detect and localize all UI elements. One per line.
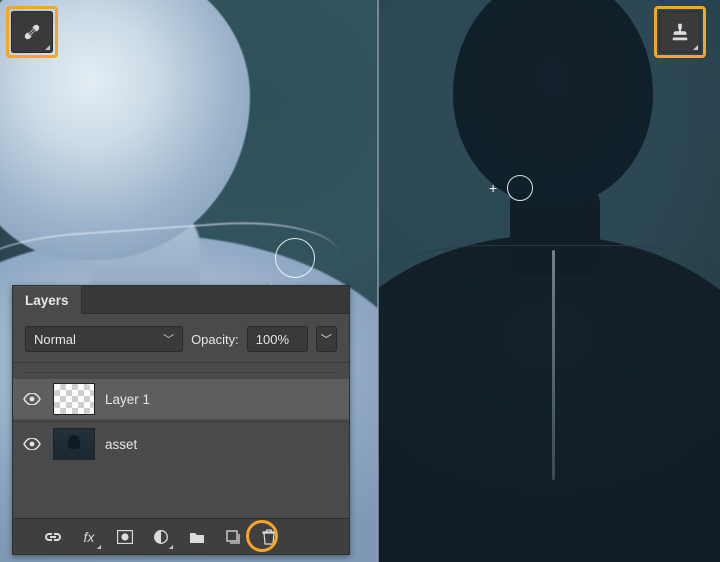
opacity-value-select[interactable]: 100%: [247, 326, 308, 352]
layers-tab[interactable]: Layers: [13, 286, 82, 314]
flyout-corner-icon: [169, 545, 173, 549]
spot-healing-brush-tool-button[interactable]: [11, 11, 53, 53]
folder-icon: [189, 530, 205, 544]
layer-thumbnail[interactable]: [53, 428, 95, 460]
adjustment-layer-button[interactable]: [151, 527, 171, 547]
eye-icon: [23, 393, 41, 405]
blend-mode-select[interactable]: Normal ﹀: [25, 326, 183, 352]
bandage-icon: [20, 20, 44, 44]
mask-icon: [117, 530, 133, 544]
link-layers-button[interactable]: [43, 527, 63, 547]
new-layer-button[interactable]: [223, 527, 243, 547]
eye-icon: [23, 438, 41, 450]
flyout-corner-icon: [97, 545, 101, 549]
layer-style-button[interactable]: fx: [79, 527, 99, 547]
doc-right-mannequin-head: [453, 0, 653, 205]
layer-list: Layer 1 asset: [13, 373, 349, 464]
layer-row[interactable]: Layer 1: [13, 379, 349, 419]
clone-stamp-tool-button[interactable]: [659, 11, 701, 53]
visibility-toggle[interactable]: [21, 438, 43, 450]
adjustment-icon: [153, 529, 169, 545]
blend-mode-value: Normal: [34, 332, 76, 347]
app-canvas: + +: [0, 0, 720, 562]
document-view-right[interactable]: [378, 0, 720, 562]
doc-right-zipper: [552, 250, 555, 480]
opacity-scrubber[interactable]: ﹀: [316, 326, 337, 352]
layers-panel-tabbar: Layers: [13, 286, 349, 314]
opacity-label: Opacity:: [191, 332, 239, 347]
layer-row-divider: [13, 421, 349, 422]
layer-thumbnail[interactable]: [53, 383, 95, 415]
opacity-value: 100%: [256, 332, 289, 347]
layers-panel: Layers Normal ﹀ Opacity: 100% ﹀: [12, 285, 350, 555]
highlight-new-layer-button: [246, 520, 278, 552]
layer-options-row: Normal ﹀ Opacity: 100% ﹀: [13, 314, 349, 363]
layer-name[interactable]: asset: [105, 437, 137, 452]
layer-name[interactable]: Layer 1: [105, 392, 150, 407]
panel-divider: [25, 363, 337, 373]
document-divider: [377, 0, 379, 562]
add-mask-button[interactable]: [115, 527, 135, 547]
layer-row[interactable]: asset: [13, 424, 349, 464]
visibility-toggle[interactable]: [21, 393, 43, 405]
chevron-down-icon: ﹀: [163, 331, 174, 347]
tool-flyout-corner-icon: [693, 45, 698, 50]
new-layer-icon: [225, 529, 241, 545]
chevron-down-icon: ﹀: [321, 331, 332, 347]
new-group-button[interactable]: [187, 527, 207, 547]
tool-flyout-corner-icon: [45, 45, 50, 50]
layers-panel-bottom-bar: fx: [13, 518, 349, 554]
stamp-icon: [669, 21, 691, 43]
fx-icon: fx: [84, 529, 95, 545]
layers-tabbar-spacer: [82, 286, 349, 314]
link-icon: [44, 530, 62, 544]
